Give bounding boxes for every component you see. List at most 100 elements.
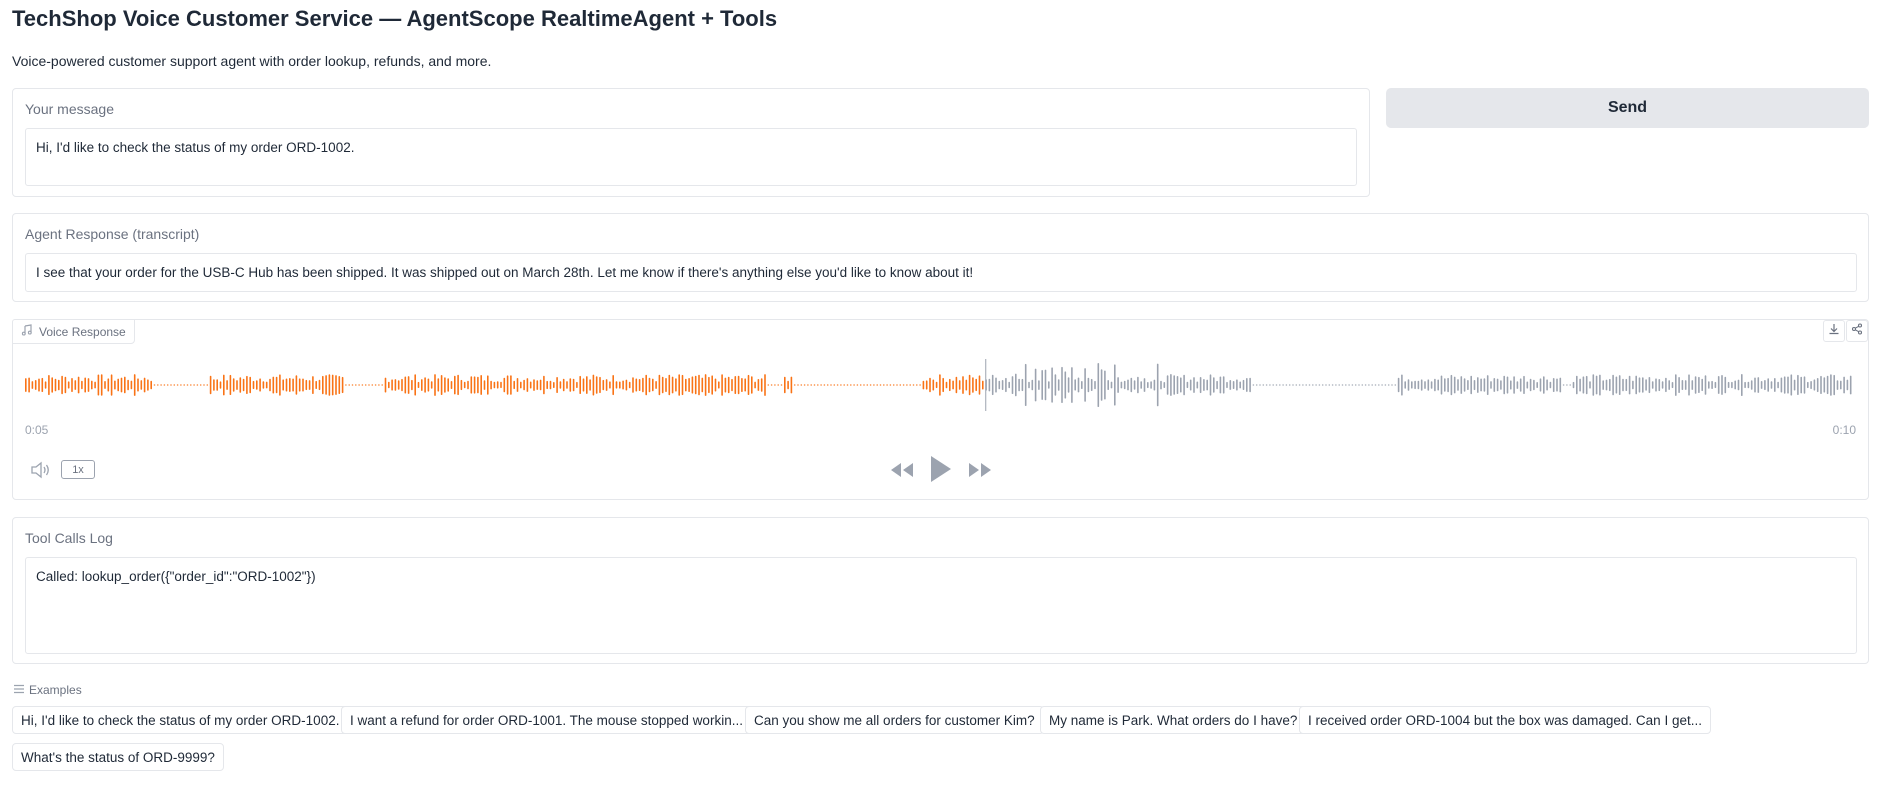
example-chip[interactable]: I received order ORD-1004 but the box wa… [1299,706,1711,734]
waveform-bar [1793,379,1796,391]
waveform-bar [1282,384,1284,386]
waveform-bar [1701,378,1703,392]
waveform-bar [1741,374,1743,396]
waveform-bar [1543,376,1545,394]
waveform-bar [312,376,314,394]
waveform-bar [397,380,400,390]
waveform-bar [1582,376,1585,394]
waveform-bar [859,384,862,386]
send-button[interactable]: Send [1386,88,1869,128]
waveform-bar [1430,381,1433,389]
waveform-bar [1081,381,1083,389]
waveform-bar [1470,375,1472,395]
waveform-bar [516,378,519,392]
waveform-bar [1358,384,1360,386]
waveform-bar [1569,384,1571,386]
waveform-bar [1826,375,1829,395]
agent-response-transcript[interactable]: I see that your order for the USB-C Hub … [25,253,1857,292]
waveform-bar [1077,377,1080,393]
message-input[interactable]: Hi, I'd like to check the status of my o… [25,128,1357,186]
waveform-bar [440,375,443,395]
waveform-bar [391,379,393,391]
waveform-bar [945,381,948,389]
waveform-bar [595,376,598,394]
waveform-bar [793,384,796,386]
waveform-bar [1090,378,1093,391]
waveform-bar [721,374,723,396]
waveform-bar [1790,374,1793,396]
waveform-bar [414,374,416,396]
fast-forward-icon[interactable] [967,460,993,485]
waveform-bar [784,376,786,394]
waveform-bar [922,380,925,390]
waveform[interactable] [25,355,1855,415]
waveform-bar [74,380,77,390]
waveform-bar [493,381,496,389]
waveform-bar [1328,384,1331,386]
waveform-bar [1044,369,1047,401]
waveform-bar [1325,384,1327,386]
waveform-bar [1427,379,1430,391]
playback-rate-button[interactable]: 1x [61,460,95,479]
waveform-bar [305,379,308,391]
example-chip[interactable]: What's the status of ORD-9999? [12,743,224,771]
waveform-bar [1401,374,1403,396]
waveform-bar [972,377,974,393]
waveform-bar [1074,379,1076,391]
waveform-bar [866,384,869,386]
waveform-bar [1490,381,1492,389]
example-chip[interactable]: I want a refund for order ORD-1001. The … [341,706,752,734]
waveform-bar [1391,384,1393,386]
example-chip[interactable]: Can you show me all orders for customer … [745,706,1044,734]
waveform-bar [1236,379,1238,391]
waveform-bar [1160,380,1162,390]
waveform-bar [394,379,397,391]
waveform-bar [807,384,809,386]
waveform-bar [1684,380,1687,390]
waveform-bar [384,377,387,393]
waveform-bar [1612,374,1614,396]
page-subtitle: Voice-powered customer support agent wit… [12,53,492,69]
waveform-bar [714,378,717,392]
rewind-icon[interactable] [889,460,915,485]
waveform-bar [506,375,509,395]
download-icon [1828,322,1840,340]
waveform-bar [1031,379,1034,391]
example-chip[interactable]: My name is Park. What orders do I have? [1040,706,1307,734]
waveform-bar [889,384,892,386]
waveform-bar [1229,380,1232,390]
waveform-bar [777,384,779,386]
download-button[interactable] [1823,320,1845,342]
waveform-bar [34,380,37,390]
waveform-bar [381,384,383,386]
waveform-bar [1295,384,1298,386]
waveform-bar [586,376,588,394]
waveform-bar [665,378,667,392]
share-button[interactable] [1846,320,1868,342]
voice-response-label: Voice Response [39,324,126,339]
waveform-bar [328,374,331,396]
waveform-bar [1658,379,1661,392]
waveform-bar [1724,376,1727,394]
waveform-bar [513,380,515,390]
waveform-bar [1496,378,1499,392]
waveform-bar [1381,384,1383,386]
waveform-bar [724,377,727,393]
waveform-bar [1394,384,1397,386]
waveform-bar [1417,380,1420,390]
example-chip[interactable]: Hi, I'd like to check the status of my o… [12,706,349,734]
waveform-bar [1727,381,1730,388]
play-icon[interactable] [929,454,953,489]
waveform-bar [1272,384,1274,386]
waveform-bar [1599,374,1601,396]
volume-icon[interactable] [30,460,52,485]
waveform-bar [1285,384,1288,386]
waveform-bar [1071,367,1073,403]
waveform-bar [1170,374,1172,396]
tool-calls-log[interactable]: Called: lookup_order({"order_id":"ORD-10… [25,557,1857,654]
waveform-bar [701,377,704,393]
waveform-bar [1034,368,1037,402]
waveform-bar [404,376,407,394]
waveform-bar [1747,381,1750,389]
waveform-bar [1803,376,1806,394]
